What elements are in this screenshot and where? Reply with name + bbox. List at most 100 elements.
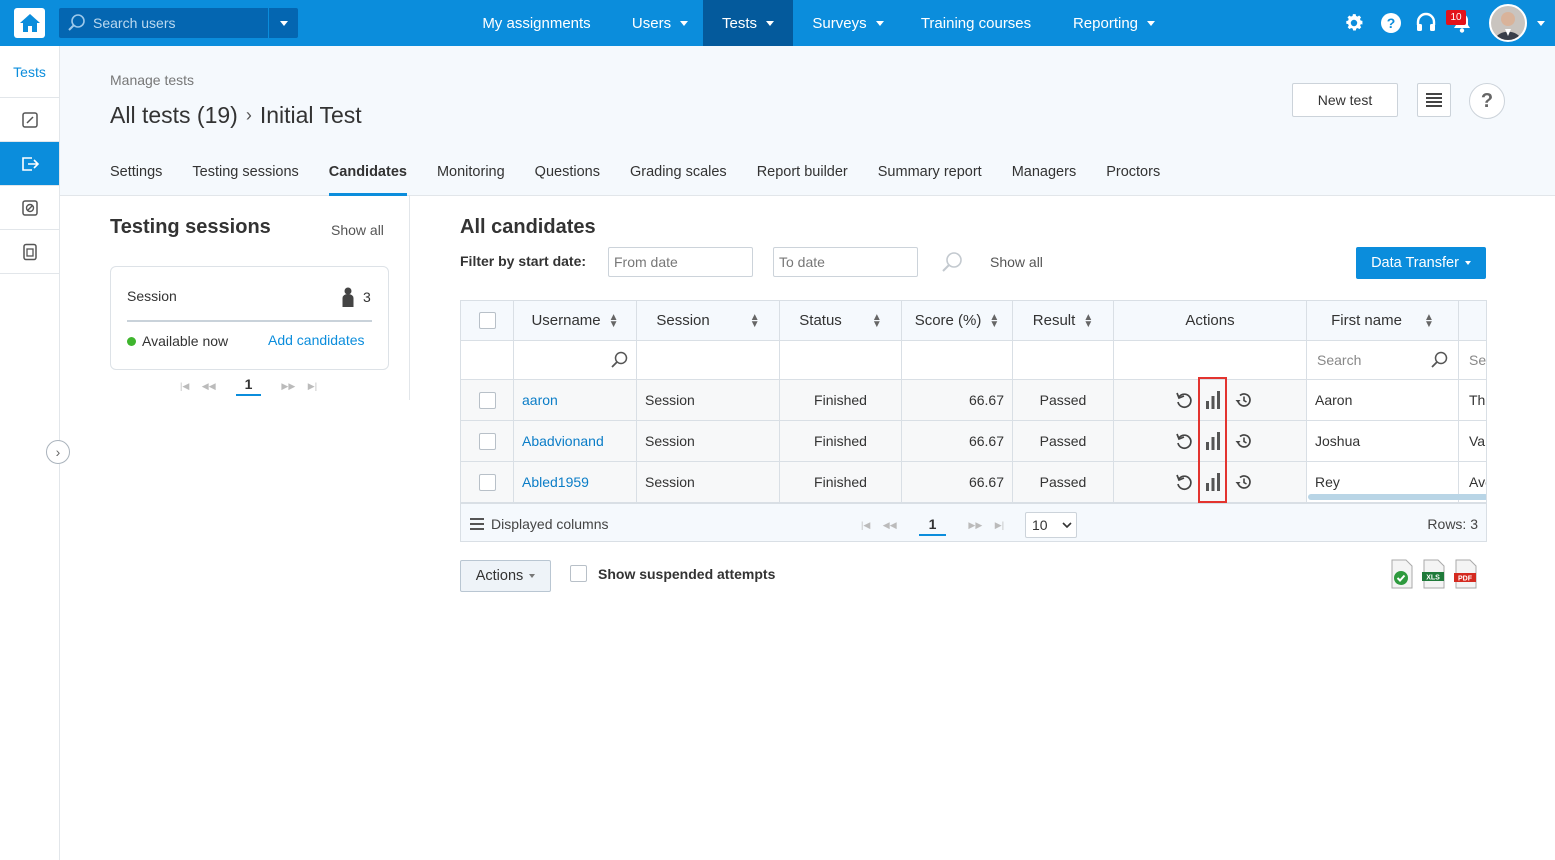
first-name-filter[interactable]: Search bbox=[1307, 341, 1458, 380]
to-date-input[interactable]: To date bbox=[773, 247, 918, 277]
from-date-input[interactable]: From date bbox=[608, 247, 753, 277]
column-status: Status ▲ ▼ Finished Finished Finished bbox=[780, 301, 902, 503]
prev-page-icon[interactable]: ◀◀ bbox=[883, 520, 897, 531]
table-cell: Joshua bbox=[1307, 421, 1458, 462]
next-page-icon[interactable]: ▶▶ bbox=[281, 381, 295, 392]
search-icon[interactable] bbox=[940, 250, 964, 277]
nav-training-courses[interactable]: Training courses bbox=[906, 0, 1046, 46]
export-icon bbox=[21, 156, 39, 171]
csv-export-icon[interactable] bbox=[1389, 559, 1415, 589]
prev-page-icon[interactable]: ◀◀ bbox=[202, 381, 216, 392]
user-avatar[interactable] bbox=[1489, 4, 1527, 42]
last-page-icon[interactable]: ▶| bbox=[995, 520, 1004, 531]
status-badge: Passed bbox=[1013, 462, 1113, 503]
menu-button[interactable] bbox=[1417, 83, 1451, 117]
displayed-columns-button[interactable]: Displayed columns bbox=[470, 516, 609, 532]
search-scope-dropdown[interactable] bbox=[268, 8, 298, 38]
horizontal-scrollbar[interactable] bbox=[1308, 494, 1486, 500]
breadcrumb-all-tests[interactable]: All tests (19) bbox=[110, 102, 238, 129]
show-suspended-attempts[interactable]: Show suspended attempts bbox=[570, 565, 775, 582]
history-icon[interactable] bbox=[1233, 390, 1253, 410]
data-transfer-button[interactable]: Data Transfer bbox=[1356, 247, 1486, 279]
current-page[interactable]: 1 bbox=[918, 514, 947, 536]
header-label: Actions bbox=[1185, 312, 1235, 329]
add-candidates-link[interactable]: Add candidates bbox=[268, 332, 365, 348]
row-checkbox[interactable] bbox=[478, 473, 496, 491]
select-all-checkbox[interactable] bbox=[478, 312, 496, 329]
filter-row[interactable] bbox=[637, 341, 779, 380]
sidebar-item-edit[interactable] bbox=[0, 98, 59, 142]
first-name-search-input[interactable]: Search bbox=[1317, 352, 1361, 368]
tab-monitoring[interactable]: Monitoring bbox=[437, 156, 505, 196]
tab-proctors[interactable]: Proctors bbox=[1106, 156, 1160, 196]
tab-report-builder[interactable]: Report builder bbox=[757, 156, 848, 196]
home-button[interactable] bbox=[14, 8, 45, 38]
username-link[interactable]: Abadvionand bbox=[522, 433, 604, 449]
first-page-icon[interactable]: |◀ bbox=[180, 381, 189, 392]
row-checkbox[interactable] bbox=[478, 432, 496, 450]
column-header-session[interactable]: Session ▲ ▼ bbox=[637, 301, 779, 341]
chevron-down-icon[interactable] bbox=[1537, 21, 1545, 26]
filter-row[interactable] bbox=[902, 341, 1012, 380]
reset-attempt-icon[interactable] bbox=[1174, 472, 1194, 492]
sidebar-item-cancel[interactable] bbox=[0, 186, 59, 230]
sidebar-item-document[interactable] bbox=[0, 230, 59, 274]
filter-row[interactable]: Se bbox=[1459, 341, 1486, 380]
username-link[interactable]: aaron bbox=[522, 392, 558, 408]
next-page-icon[interactable]: ▶▶ bbox=[968, 520, 982, 531]
page-size-select[interactable]: 10 bbox=[1025, 512, 1077, 538]
reset-attempt-icon[interactable] bbox=[1174, 431, 1194, 451]
xls-export-icon[interactable]: XLS bbox=[1421, 559, 1447, 589]
nav-tests[interactable]: Tests bbox=[703, 0, 793, 46]
tab-testing-sessions[interactable]: Testing sessions bbox=[192, 156, 298, 196]
nav-users[interactable]: Users bbox=[617, 0, 703, 46]
session-card[interactable]: Session 3 Available now Add candidates bbox=[110, 266, 389, 370]
tab-candidates[interactable]: Candidates bbox=[328, 156, 407, 196]
tab-questions[interactable]: Questions bbox=[535, 156, 600, 196]
breadcrumb[interactable]: Manage tests bbox=[110, 72, 194, 88]
help-button[interactable]: ? bbox=[1469, 83, 1505, 119]
collapse-panel-button[interactable]: › bbox=[46, 440, 70, 464]
sidebar-title[interactable]: Tests bbox=[0, 46, 59, 98]
filter-row[interactable] bbox=[780, 341, 901, 380]
search-users-input[interactable] bbox=[93, 15, 263, 31]
first-page-icon[interactable]: |◀ bbox=[861, 520, 870, 531]
nav-my-assignments[interactable]: My assignments bbox=[466, 0, 607, 46]
filter-row[interactable] bbox=[514, 341, 636, 380]
history-icon[interactable] bbox=[1233, 472, 1253, 492]
pdf-label: PDF bbox=[1458, 576, 1473, 583]
filter-row[interactable] bbox=[1013, 341, 1113, 380]
tab-managers[interactable]: Managers bbox=[1012, 156, 1076, 196]
column-header-score[interactable]: Score (%) ▲ ▼ bbox=[902, 301, 1012, 341]
column-header-result[interactable]: Result ▲ ▼ bbox=[1013, 301, 1113, 341]
username-link[interactable]: Abled1959 bbox=[522, 474, 589, 490]
filter-show-all-link[interactable]: Show all bbox=[990, 254, 1043, 270]
column-header-status[interactable]: Status ▲ ▼ bbox=[780, 301, 901, 341]
row-checkbox[interactable] bbox=[478, 391, 496, 409]
history-icon[interactable] bbox=[1233, 431, 1253, 451]
nav-surveys[interactable]: Surveys bbox=[800, 0, 896, 46]
new-test-button[interactable]: New test bbox=[1292, 83, 1398, 117]
column-header-first-name[interactable]: First name ▲ ▼ bbox=[1307, 301, 1458, 341]
search-icon bbox=[1431, 351, 1448, 368]
headset-support-icon[interactable] bbox=[1414, 11, 1438, 35]
help-circle-icon[interactable]: ? bbox=[1379, 11, 1403, 35]
status-badge: Passed bbox=[1013, 421, 1113, 462]
last-name-search-input[interactable]: Se bbox=[1469, 352, 1486, 368]
nav-reporting[interactable]: Reporting bbox=[1058, 0, 1170, 46]
sessions-show-all-link[interactable]: Show all bbox=[331, 222, 384, 238]
reset-attempt-icon[interactable] bbox=[1174, 390, 1194, 410]
suspended-checkbox[interactable] bbox=[570, 565, 587, 582]
pdf-export-icon[interactable]: PDF bbox=[1453, 559, 1479, 589]
tab-summary-report[interactable]: Summary report bbox=[878, 156, 982, 196]
person-icon bbox=[342, 287, 354, 307]
settings-gear-icon[interactable] bbox=[1342, 11, 1366, 35]
last-page-icon[interactable]: ▶| bbox=[308, 381, 317, 392]
current-page[interactable]: 1 bbox=[235, 376, 262, 396]
tab-settings[interactable]: Settings bbox=[110, 156, 162, 196]
tab-grading-scales[interactable]: Grading scales bbox=[630, 156, 727, 196]
sidebar-item-export[interactable] bbox=[0, 142, 59, 186]
column-header-username[interactable]: Username ▲ ▼ bbox=[514, 301, 636, 341]
header-label: Score (%) bbox=[914, 312, 982, 329]
actions-dropdown-button[interactable]: Actions bbox=[460, 560, 551, 592]
